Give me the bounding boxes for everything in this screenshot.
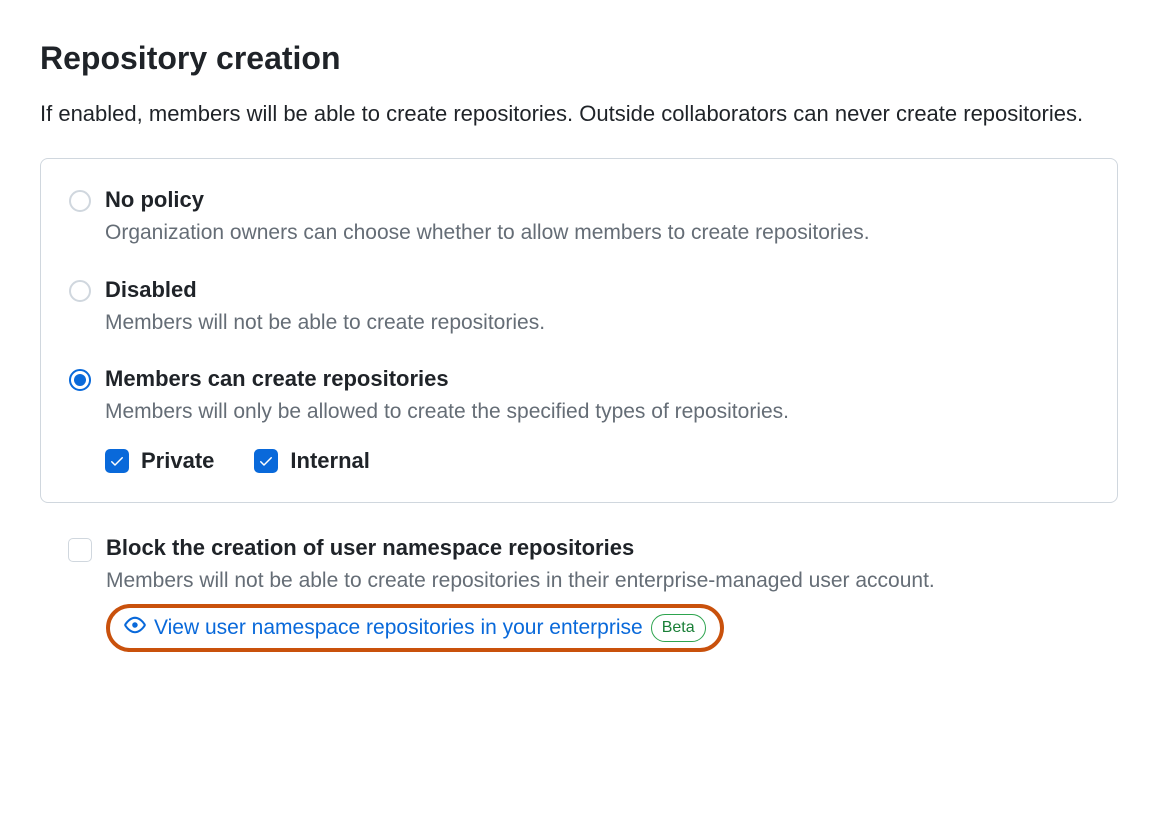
radio-content: Members can create repositories Members … bbox=[105, 366, 1089, 474]
radio-description: Members will not be able to create repos… bbox=[105, 307, 1089, 339]
radio-circle[interactable] bbox=[69, 280, 91, 302]
eye-icon bbox=[124, 614, 146, 642]
radio-content: Disabled Members will not be able to cre… bbox=[105, 277, 1089, 339]
check-icon bbox=[258, 453, 274, 469]
policy-box: No policy Organization owners can choose… bbox=[40, 158, 1118, 503]
checkbox-row: Private Internal bbox=[105, 448, 1089, 474]
radio-circle[interactable] bbox=[69, 190, 91, 212]
radio-content: No policy Organization owners can choose… bbox=[105, 187, 1089, 249]
view-namespace-repos-link[interactable]: View user namespace repositories in your… bbox=[124, 614, 706, 642]
radio-title: Disabled bbox=[105, 277, 1089, 303]
checkbox-private[interactable] bbox=[105, 449, 129, 473]
checkbox-label: Private bbox=[141, 448, 214, 474]
block-content: Block the creation of user namespace rep… bbox=[106, 535, 1090, 653]
check-icon bbox=[109, 453, 125, 469]
checkbox-block-namespace[interactable] bbox=[68, 538, 92, 562]
radio-circle-selected[interactable] bbox=[69, 369, 91, 391]
radio-option-no-policy[interactable]: No policy Organization owners can choose… bbox=[69, 187, 1089, 249]
view-link-text: View user namespace repositories in your… bbox=[154, 616, 643, 640]
radio-title: No policy bbox=[105, 187, 1089, 213]
beta-badge: Beta bbox=[651, 614, 706, 642]
block-user-namespace-option: Block the creation of user namespace rep… bbox=[40, 535, 1118, 653]
section-title: Repository creation bbox=[40, 40, 1118, 77]
checkbox-item-private[interactable]: Private bbox=[105, 448, 214, 474]
radio-option-members-can-create[interactable]: Members can create repositories Members … bbox=[69, 366, 1089, 474]
radio-option-disabled[interactable]: Disabled Members will not be able to cre… bbox=[69, 277, 1089, 339]
highlight-annotation: View user namespace repositories in your… bbox=[106, 604, 724, 652]
radio-title: Members can create repositories bbox=[105, 366, 1089, 392]
block-title: Block the creation of user namespace rep… bbox=[106, 535, 1090, 561]
checkbox-internal[interactable] bbox=[254, 449, 278, 473]
section-description: If enabled, members will be able to crea… bbox=[40, 97, 1118, 130]
radio-description: Organization owners can choose whether t… bbox=[105, 217, 1089, 249]
radio-description: Members will only be allowed to create t… bbox=[105, 396, 1089, 428]
checkbox-label: Internal bbox=[290, 448, 369, 474]
checkbox-item-internal[interactable]: Internal bbox=[254, 448, 369, 474]
block-description: Members will not be able to create repos… bbox=[106, 565, 1090, 597]
